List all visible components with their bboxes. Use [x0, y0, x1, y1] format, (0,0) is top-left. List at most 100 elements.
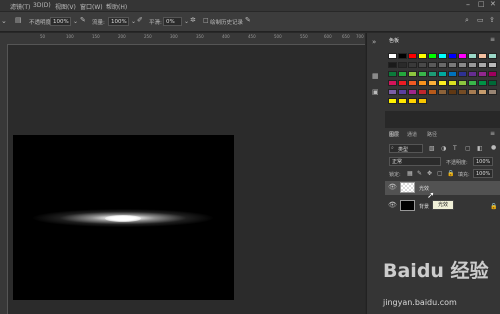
swatch[interactable]	[428, 89, 437, 95]
filter-pixel-icon[interactable]: ▧	[429, 145, 435, 152]
eye-icon[interactable]: 👁	[388, 202, 397, 209]
pressure-opacity-icon[interactable]: ✎	[80, 17, 86, 24]
swatch[interactable]	[448, 53, 457, 59]
document-canvas[interactable]	[13, 135, 234, 300]
swatch[interactable]	[398, 98, 407, 104]
swatch[interactable]	[488, 62, 497, 68]
swatch[interactable]	[408, 71, 417, 77]
pressure-size-icon[interactable]: ✎	[245, 17, 251, 24]
swatch[interactable]	[478, 62, 487, 68]
filter-shape-icon[interactable]: ▢	[465, 145, 471, 152]
swatch[interactable]	[398, 53, 407, 59]
maximize-icon[interactable]: □	[478, 0, 485, 8]
swatch[interactable]	[478, 71, 487, 77]
swatch[interactable]	[398, 80, 407, 86]
swatch[interactable]	[428, 53, 437, 59]
tab-layers[interactable]: 图层	[389, 131, 399, 138]
swatch[interactable]	[388, 98, 397, 104]
swatch[interactable]	[398, 89, 407, 95]
swatch[interactable]	[448, 89, 457, 95]
swatch[interactable]	[478, 53, 487, 59]
lock-all-icon[interactable]: 🔒	[447, 170, 454, 177]
swatch[interactable]	[488, 53, 497, 59]
swatch[interactable]	[418, 71, 427, 77]
swatch[interactable]	[408, 80, 417, 86]
swatch[interactable]	[408, 62, 417, 68]
swatch[interactable]	[428, 71, 437, 77]
minimize-icon[interactable]: –	[466, 0, 470, 9]
swatch[interactable]	[388, 53, 397, 59]
filter-smart-icon[interactable]: ◧	[477, 145, 483, 152]
swatch[interactable]	[458, 71, 467, 77]
panel-menu-icon[interactable]: ≡	[490, 130, 495, 137]
lock-paint-icon[interactable]: ✎	[417, 170, 422, 177]
swatch[interactable]	[448, 62, 457, 68]
panel-menu-icon[interactable]: ≡	[490, 36, 495, 43]
layer-filter-select[interactable]: ⌕ 类型	[389, 144, 423, 153]
share-icon[interactable]: ⇪	[489, 17, 495, 24]
search-icon[interactable]: ⌕	[465, 17, 469, 24]
flow-input[interactable]: 100%	[108, 17, 129, 26]
swatch[interactable]	[388, 89, 397, 95]
swatch[interactable]	[428, 80, 437, 86]
filter-adjust-icon[interactable]: ◑	[441, 145, 446, 152]
chevron-down-icon[interactable]: ⌄	[184, 18, 189, 25]
properties-panel-icon[interactable]: ▣	[372, 89, 379, 96]
swatch[interactable]	[418, 80, 427, 86]
lock-transparent-icon[interactable]: ▦	[407, 170, 413, 177]
airbrush-icon[interactable]: ✐	[137, 17, 143, 24]
swatch[interactable]	[438, 62, 447, 68]
swatch[interactable]	[408, 89, 417, 95]
menu-window[interactable]: 窗口(W)	[80, 2, 103, 11]
swatch[interactable]	[488, 80, 497, 86]
tab-paths[interactable]: 路径	[427, 131, 437, 138]
tab-swatches[interactable]: 色板	[389, 37, 399, 44]
swatch[interactable]	[468, 80, 477, 86]
swatch[interactable]	[458, 89, 467, 95]
swatch[interactable]	[468, 53, 477, 59]
close-icon[interactable]: ✕	[490, 0, 496, 8]
swatch[interactable]	[438, 89, 447, 95]
swatch[interactable]	[458, 62, 467, 68]
layer-row-selected[interactable]: 👁 光效	[385, 181, 500, 195]
filter-type-icon[interactable]: T	[453, 145, 457, 152]
filter-toggle[interactable]: ●	[491, 144, 496, 151]
swatch[interactable]	[428, 62, 437, 68]
lock-move-icon[interactable]: ✥	[427, 170, 432, 177]
brush-preset-icon[interactable]: ⌄	[1, 18, 7, 25]
tab-channels[interactable]: 通道	[407, 131, 417, 138]
swatch[interactable]	[478, 80, 487, 86]
swatch[interactable]	[468, 89, 477, 95]
smoothing-input[interactable]: 0%	[163, 17, 182, 26]
menu-filter[interactable]: 滤镜(T)	[10, 2, 30, 11]
blend-mode-select[interactable]: 正常	[389, 157, 441, 166]
menu-help[interactable]: 帮助(H)	[106, 2, 127, 11]
swatch[interactable]	[418, 62, 427, 68]
swatch[interactable]	[418, 89, 427, 95]
workspace-icon[interactable]: ▭	[477, 17, 484, 24]
swatch[interactable]	[398, 71, 407, 77]
swatch[interactable]	[388, 80, 397, 86]
chevron-down-icon[interactable]: ⌄	[73, 18, 78, 25]
swatch[interactable]	[458, 80, 467, 86]
swatch[interactable]	[478, 89, 487, 95]
swatch[interactable]	[408, 53, 417, 59]
layer-name[interactable]: 背景	[419, 203, 429, 210]
collapse-icon[interactable]: »	[372, 39, 376, 46]
menu-view[interactable]: 视图(V)	[55, 2, 76, 11]
swatch[interactable]	[438, 53, 447, 59]
swatch[interactable]	[398, 62, 407, 68]
swatch[interactable]	[448, 71, 457, 77]
swatch[interactable]	[408, 98, 417, 104]
swatch[interactable]	[468, 62, 477, 68]
swatch[interactable]	[488, 89, 497, 95]
swatch[interactable]	[388, 62, 397, 68]
swatch[interactable]	[418, 98, 427, 104]
gear-icon[interactable]: ✲	[190, 17, 196, 24]
swatch[interactable]	[488, 71, 497, 77]
layer-opacity-input[interactable]: 100%	[473, 157, 493, 166]
swatch[interactable]	[418, 53, 427, 59]
swatch[interactable]	[438, 71, 447, 77]
history-panel-icon[interactable]: ▦	[372, 73, 379, 80]
swatch[interactable]	[458, 53, 467, 59]
